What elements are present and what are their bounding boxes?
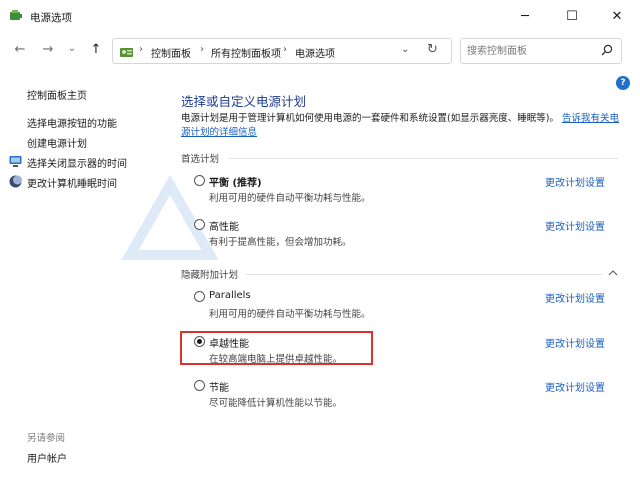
plan-radio-balanced[interactable] [194,175,205,186]
control-panel-icon [120,48,133,57]
sidebar-item-power-button[interactable]: 选择电源按钮的功能 [27,115,117,130]
up-button[interactable]: ↑ [88,42,104,57]
change-plan-settings-link[interactable]: 更改计划设置 [545,218,605,233]
breadcrumb-separator: › [283,44,287,55]
sidebar-item-sleep-time[interactable]: 更改计算机睡眠时间 [27,175,117,190]
minimize-button[interactable]: ─ [502,0,548,32]
sidebar-control-panel-home[interactable]: 控制面板主页 [27,87,87,102]
page-description: 电源计划是用于管理计算机如何使用电源的一套硬件和系统设置(如显示器亮度、睡眠等)… [181,112,621,140]
content-area: ? 控制面板主页 选择电源按钮的功能 创建电源计划 选择关闭显示器的时间 更改计… [0,70,640,485]
refresh-icon[interactable]: ↻ [427,42,438,57]
sidebar-item-display-off[interactable]: 选择关闭显示器的时间 [27,155,127,170]
plan-name[interactable]: 卓越性能 [209,335,249,350]
plan-radio-power-saver[interactable] [194,380,205,391]
page-title: 选择或自定义电源计划 [181,94,307,109]
change-plan-settings-link[interactable]: 更改计划设置 [545,290,605,305]
power-options-icon [10,10,22,20]
back-button[interactable]: ← [12,42,28,57]
search-icon[interactable] [601,44,613,56]
plan-description: 尽可能降低计算机性能以节能。 [209,398,343,409]
plan-radio-ultimate-performance[interactable] [194,336,205,347]
navigation-bar: ← → ⌄ ↑ › 控制面板 › 所有控制面板项 › 电源选项 ⌄ ↻ [0,32,640,70]
preferred-plans-heading: 首选计划 [181,154,220,165]
change-plan-settings-link[interactable]: 更改计划设置 [545,335,605,350]
plan-description: 有利于提高性能，但会增加功耗。 [209,237,352,248]
plan-parallels: Parallels 利用可用的硬件自动平衡功耗与性能。 更改计划设置 [194,290,614,324]
plan-balanced: 平衡 (推荐) 利用可用的硬件自动平衡功耗与性能。 更改计划设置 [194,174,614,208]
breadcrumb-power-options[interactable]: 电源选项 [295,45,335,60]
recent-locations-button[interactable]: ⌄ [64,43,80,54]
plan-power-saver: 节能 尽可能降低计算机性能以节能。 更改计划设置 [194,379,614,413]
close-button[interactable]: ✕ [594,0,640,32]
breadcrumb-separator: › [139,44,143,55]
breadcrumb-all-items[interactable]: 所有控制面板项 [211,45,281,60]
plan-description: 在较高端电脑上提供卓越性能。 [209,354,343,365]
plan-name[interactable]: 平衡 (推荐) [209,174,262,189]
sidebar-item-create-plan[interactable]: 创建电源计划 [27,135,87,150]
help-icon[interactable]: ? [616,76,630,90]
monitor-icon [9,156,22,167]
change-plan-settings-link[interactable]: 更改计划设置 [545,174,605,189]
chevron-up-icon[interactable] [608,269,618,277]
plan-high-performance: 高性能 有利于提高性能，但会增加功耗。 更改计划设置 [194,218,614,252]
plan-name[interactable]: 节能 [209,379,229,394]
plan-name[interactable]: 高性能 [209,218,239,233]
plan-ultimate-performance: 卓越性能 在较高端电脑上提供卓越性能。 更改计划设置 [194,335,614,369]
moon-icon [9,175,22,188]
sidebar-item-user-accounts[interactable]: 用户帐户 [27,450,67,465]
plan-description: 利用可用的硬件自动平衡功耗与性能。 [209,309,371,320]
plan-description: 利用可用的硬件自动平衡功耗与性能。 [209,193,371,204]
search-input[interactable] [467,43,597,59]
plan-radio-parallels[interactable] [194,291,205,302]
plan-radio-high-performance[interactable] [194,219,205,230]
group-divider [246,274,602,275]
address-bar[interactable]: › 控制面板 › 所有控制面板项 › 电源选项 ⌄ ↻ [112,38,452,64]
window-title: 电源选项 [30,12,72,24]
change-plan-settings-link[interactable]: 更改计划设置 [545,379,605,394]
description-text: 电源计划是用于管理计算机如何使用电源的一套硬件和系统设置(如显示器亮度、睡眠等)… [181,113,559,124]
title-bar: 电源选项 ─ ☐ ✕ [0,0,640,32]
breadcrumb-separator: › [200,44,204,55]
breadcrumb-control-panel[interactable]: 控制面板 [151,45,191,60]
forward-button[interactable]: → [40,42,56,57]
see-also-title: 另请参阅 [27,433,66,444]
plan-name[interactable]: Parallels [209,290,251,301]
hidden-plans-heading: 隐藏附加计划 [181,270,239,281]
maximize-button[interactable]: ☐ [549,0,595,32]
search-box[interactable] [460,38,622,64]
address-dropdown-button[interactable]: ⌄ [401,44,409,55]
group-divider [228,158,618,159]
